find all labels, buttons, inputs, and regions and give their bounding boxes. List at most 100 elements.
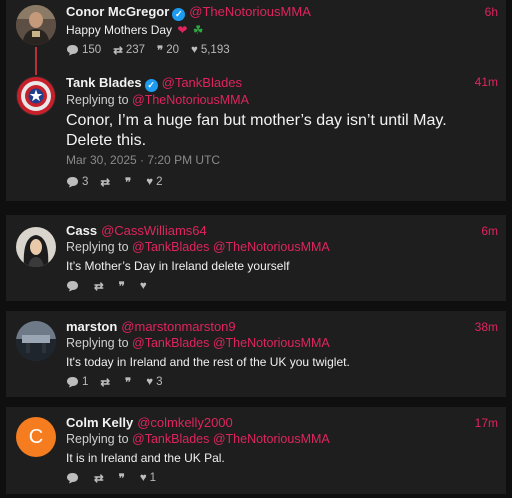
reply-action[interactable]: 150 [66,44,101,56]
avatar-tank[interactable] [16,76,56,116]
author-line: Cass @CassWilliams64 [66,223,207,238]
like-count: 5,193 [200,44,230,56]
author-handle[interactable]: @TankBlades [162,75,242,90]
reply-action[interactable] [66,280,82,292]
comment-icon [66,280,79,292]
quote-icon: ❞ [125,377,132,389]
quote-icon: ❞ [118,473,125,485]
post-actions: ⇄ ❞ ♥ [66,279,162,293]
replying-mention[interactable]: @TheNotoriousMMA [213,432,330,446]
avatar-colm[interactable]: C [16,417,56,457]
reply-count: 3 [82,176,89,188]
like-action[interactable]: ♥ 3 [146,376,162,388]
author-handle[interactable]: @CassWilliams64 [101,223,207,238]
avatar-cass[interactable] [16,227,56,267]
heart-icon: ♥ [146,376,154,388]
reply-action[interactable] [66,472,82,484]
author-handle[interactable]: @colmkelly2000 [137,415,233,430]
reply-count: 150 [82,44,102,56]
reply-action[interactable]: 1 [66,376,88,388]
replying-mention[interactable]: @TheNotoriousMMA [132,93,249,107]
like-count: 3 [156,376,163,388]
quote-action[interactable]: ❞ [125,375,134,389]
replying-to: Replying to @TheNotoriousMMA [66,93,249,107]
quote-action[interactable]: ❞ [119,279,128,293]
retweet-action[interactable]: ⇄ [94,279,107,293]
post-actions: 3 ⇄ ❞ ♥ 2 [66,175,174,189]
quote-count: 20 [166,44,180,56]
author-name[interactable]: Cass [66,223,97,238]
post-time[interactable]: 41m [475,75,498,89]
retweet-icon: ⇄ [100,177,111,189]
post-actions: 150 ⇄ 237 ❞ 20 ♥ 5,193 [66,43,242,57]
replying-mention[interactable]: @TankBlades [132,336,209,350]
avatar-marston[interactable] [16,321,56,361]
like-count: 2 [156,176,163,188]
post-time[interactable]: 6m [481,224,498,238]
like-count: 1 [149,472,157,484]
author-name[interactable]: Colm Kelly [66,415,133,430]
post-text: It's today in Ireland and the rest of th… [66,355,350,369]
replying-to: Replying to @TankBlades @TheNotoriousMMA [66,432,330,446]
replying-mention[interactable]: @TankBlades [132,240,209,254]
like-action[interactable]: ♥ 1 [140,472,156,484]
post-text: It’s Mother’s Day in Ireland delete your… [66,259,290,273]
heart-icon: ♥ [139,280,147,292]
quote-action[interactable]: ❞ [125,175,134,189]
comment-icon [66,44,79,56]
retweet-action[interactable]: ⇄ [100,175,113,189]
comment-icon [66,376,79,388]
replying-label: Replying to [66,336,129,350]
heart-icon: ♥ [139,472,147,484]
reply-card: Cass @CassWilliams64 6m Replying to @Tank… [6,215,506,301]
author-handle[interactable]: @marstonmarston9 [121,319,235,334]
quote-action[interactable]: ❞ [119,471,128,485]
retweet-icon: ⇄ [94,473,104,485]
avatar-letter: C [28,426,44,448]
replying-mention[interactable]: @TheNotoriousMMA [213,336,330,350]
reply-action[interactable]: 3 [66,176,88,188]
post-timestamp[interactable]: Mar 30, 2025 · 7:20 PM UTC [66,153,220,167]
post-time[interactable]: 17m [475,416,498,430]
author-line: Tank Blades ✓ @TankBlades [66,75,242,92]
heart-icon: ♥ [191,44,198,56]
like-action[interactable]: ♥ [140,280,150,292]
comment-icon [66,472,79,484]
replying-mention[interactable]: @TankBlades [132,432,209,446]
author-name[interactable]: marston [66,319,117,334]
replying-to: Replying to @TankBlades @TheNotoriousMMA [66,240,330,254]
reply-card: C Colm Kelly @colmkelly2000 17m Replying … [6,407,506,494]
author-name[interactable]: Tank Blades [66,75,142,90]
quote-icon: ❞ [118,281,125,293]
quote-action[interactable]: ❞ 20 [157,43,179,57]
retweet-action[interactable]: ⇄ [94,471,107,485]
retweet-count: 237 [125,44,146,56]
retweet-action[interactable]: ⇄ 237 [113,43,145,57]
like-action[interactable]: ♥ 5,193 [191,44,230,56]
author-name[interactable]: Conor McGregor [66,4,169,19]
post-actions: ⇄ ❞ ♥ 1 [66,471,168,485]
thread-connector-line [35,47,37,75]
author-line: Conor McGregor ✓ @TheNotoriousMMA [66,4,311,21]
post-time[interactable]: 38m [475,320,498,334]
like-action[interactable]: ♥ 2 [146,176,162,188]
verified-badge-icon: ✓ [172,8,186,21]
shamrock-emoji-icon: ☘ [192,23,204,37]
post-text: Happy Mothers Day ❤ ☘ [66,23,204,37]
comment-icon [66,176,79,188]
retweet-icon: ⇄ [100,377,111,389]
post-text: Conor, I’m a huge fan but mother’s day i… [66,112,447,149]
author-handle[interactable]: @TheNotoriousMMA [189,4,311,19]
reply-count: 1 [82,376,89,388]
replying-mention[interactable]: @TheNotoriousMMA [213,240,330,254]
retweet-action[interactable]: ⇄ [100,375,113,389]
post-text: It is in Ireland and the UK Pal. [66,451,225,465]
avatar-conor[interactable] [16,5,56,45]
quote-icon: ❞ [157,45,164,57]
post-time[interactable]: 6h [485,5,498,19]
replying-label: Replying to [66,93,129,107]
author-line: Colm Kelly @colmkelly2000 [66,415,233,430]
reply-card: marston @marstonmarston9 38m Replying to … [6,311,506,397]
replying-label: Replying to [66,432,129,446]
post-actions: 1 ⇄ ❞ ♥ 3 [66,375,174,389]
